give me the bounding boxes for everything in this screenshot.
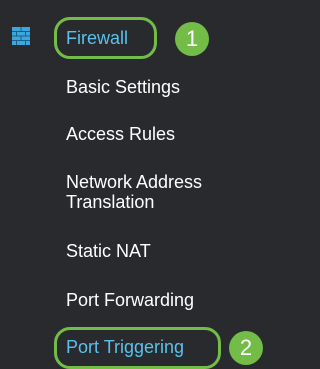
firewall-brick-icon (12, 27, 30, 45)
callout-badge-2: 2 (229, 331, 263, 365)
callout-badge-1: 1 (175, 22, 209, 56)
sidebar-item-port-triggering[interactable]: Port Triggering (66, 337, 184, 357)
sidebar-item-network-address-translation[interactable]: Network Address Translation (66, 172, 266, 212)
sidebar-section-firewall[interactable]: Firewall (66, 28, 128, 48)
sidebar-item-static-nat[interactable]: Static NAT (66, 241, 151, 261)
sidebar-item-access-rules[interactable]: Access Rules (66, 124, 175, 144)
sidebar-item-port-forwarding[interactable]: Port Forwarding (66, 290, 194, 310)
sidebar-item-basic-settings[interactable]: Basic Settings (66, 77, 180, 97)
